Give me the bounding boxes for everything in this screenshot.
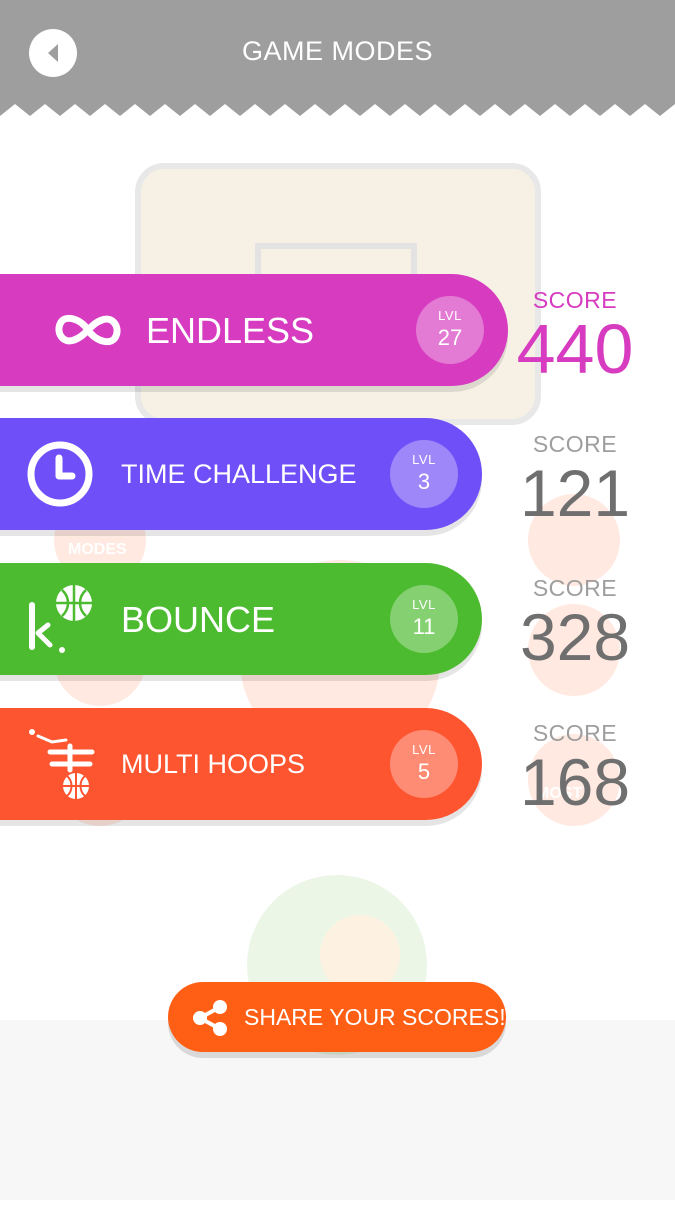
- multi-hoops-icon: [29, 729, 95, 799]
- level-badge: LVL 5: [390, 730, 458, 798]
- level-badge: LVL 11: [390, 585, 458, 653]
- score-endless: SCORE 440: [505, 287, 645, 388]
- mode-time-challenge-button[interactable]: TIME CHALLENGE LVL 3: [0, 418, 482, 530]
- level-label: LVL: [438, 308, 462, 323]
- share-label: SHARE YOUR SCORES!: [244, 1004, 506, 1030]
- score-bounce: SCORE 328: [505, 575, 645, 670]
- mode-endless-button[interactable]: ENDLESS LVL 27: [0, 274, 508, 386]
- score-label: SCORE: [532, 431, 618, 457]
- level-number: 3: [417, 469, 431, 494]
- mode-label: ENDLESS: [146, 310, 315, 351]
- clock-icon: [27, 441, 93, 507]
- score-value: 440: [516, 310, 634, 388]
- mode-multi-hoops-button[interactable]: MULTI HOOPS LVL 5: [0, 708, 482, 820]
- share-scores-button[interactable]: SHARE YOUR SCORES!: [168, 982, 506, 1052]
- page-title: GAME MODES: [241, 36, 434, 66]
- mode-label: MULTI HOOPS: [121, 749, 306, 779]
- level-label: LVL: [412, 452, 436, 467]
- level-label: LVL: [412, 742, 436, 757]
- score-label: SCORE: [532, 720, 618, 746]
- level-number: 27: [437, 325, 463, 350]
- score-time-challenge: SCORE 121: [505, 431, 645, 526]
- background-modes-text: MODES: [68, 541, 127, 558]
- mode-label: BOUNCE: [121, 599, 276, 640]
- score-value: 121: [519, 456, 631, 530]
- score-value: 168: [519, 745, 631, 819]
- level-number: 5: [417, 759, 431, 784]
- level-number: 11: [412, 614, 436, 639]
- score-multi-hoops: SCORE 168: [505, 720, 645, 815]
- score-label: SCORE: [532, 575, 618, 601]
- level-badge: LVL 27: [416, 296, 484, 364]
- level-badge: LVL 3: [390, 440, 458, 508]
- share-icon: [193, 1000, 227, 1036]
- infinity-icon: [55, 314, 121, 346]
- level-label: LVL: [412, 597, 436, 612]
- mode-label: TIME CHALLENGE: [121, 459, 357, 489]
- mode-bounce-button[interactable]: BOUNCE LVL 11: [0, 563, 482, 675]
- bounce-basketball-icon: [29, 585, 92, 653]
- score-value: 328: [519, 600, 631, 674]
- header-bar: GAME MODES: [0, 0, 675, 122]
